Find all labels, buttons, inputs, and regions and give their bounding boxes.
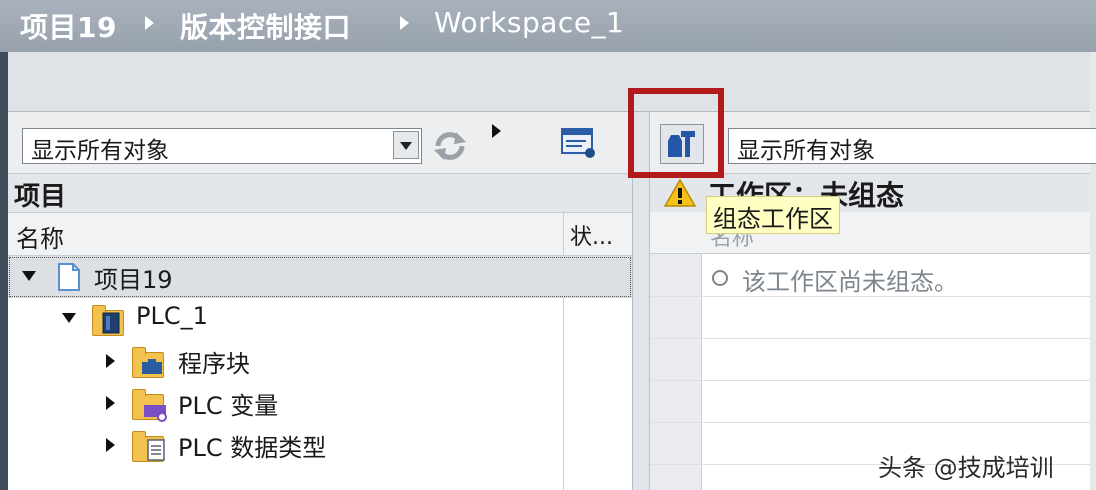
collapse-arrow-icon[interactable]: [62, 313, 76, 323]
project-column-header: 名称 状...: [8, 212, 632, 256]
expand-arrow-icon[interactable]: [106, 354, 115, 368]
collapse-arrow-icon[interactable]: [22, 271, 36, 281]
tree-item-label: 项目19: [94, 266, 173, 294]
program-block-icon: [142, 359, 162, 374]
breadcrumb-separator-icon: [145, 16, 154, 30]
tree-item-label: PLC 数据类型: [178, 434, 327, 462]
project-icon: [58, 263, 80, 291]
window-edge-right: [1090, 52, 1096, 490]
project-filter-select[interactable]: 显示所有对象: [22, 128, 422, 164]
tree-item-label: 程序块: [178, 350, 250, 378]
tree-item-plc-tags[interactable]: PLC 变量: [8, 382, 632, 424]
tree-item-project[interactable]: 项目19: [8, 256, 632, 298]
workspace-row-gutter: [650, 254, 702, 490]
toolbar-band: [8, 52, 1090, 112]
expand-arrow-icon[interactable]: [492, 124, 501, 138]
project-section-title: 项目: [14, 182, 67, 212]
project-filter-value: 显示所有对象: [31, 138, 169, 164]
breadcrumb-separator-icon: [400, 16, 409, 30]
plc-tag-icon: [144, 405, 167, 422]
breadcrumb-interface[interactable]: 版本控制接口: [180, 6, 351, 46]
warning-icon: [664, 178, 696, 207]
refresh-icon[interactable]: [430, 130, 470, 162]
watermark: 头条 @技成培训: [878, 454, 1054, 482]
breadcrumb-workspace[interactable]: Workspace_1: [434, 6, 624, 39]
highlight-box: [628, 88, 724, 178]
workspace-empty-message: 该工作区尚未组态。: [712, 262, 958, 297]
device-view-icon[interactable]: [560, 126, 598, 160]
data-type-icon: [147, 439, 165, 461]
workspace-filter-select[interactable]: 显示所有对象: [728, 128, 1096, 164]
tree-item-label: PLC 变量: [178, 392, 279, 420]
project-section-header: 项目: [8, 174, 632, 212]
breadcrumb-project[interactable]: 项目19: [20, 6, 117, 46]
column-status-header[interactable]: 状...: [570, 219, 613, 251]
expand-arrow-icon[interactable]: [106, 438, 115, 452]
grid-line: [650, 338, 1090, 339]
grid-line: [650, 422, 1090, 423]
chevron-down-icon[interactable]: [393, 131, 419, 159]
expand-arrow-icon[interactable]: [106, 396, 115, 410]
project-toolbar: 显示所有对象: [8, 112, 632, 174]
info-circle-icon: [712, 270, 728, 286]
breadcrumb-bar: 项目19 版本控制接口 Workspace_1: [0, 0, 1096, 52]
window-edge: [0, 52, 8, 490]
tooltip: 组态工作区: [706, 196, 840, 234]
workspace-empty-message-text: 该工作区尚未组态。: [742, 268, 958, 296]
grid-line: [650, 380, 1090, 381]
plc-device-icon: [102, 312, 120, 334]
column-name-header[interactable]: 名称: [16, 219, 64, 254]
workspace-filter-value: 显示所有对象: [737, 138, 875, 164]
tree-item-program-blocks[interactable]: 程序块: [8, 340, 632, 382]
tree-item-plc-data-types[interactable]: PLC 数据类型: [8, 424, 632, 466]
tree-item-label: PLC_1: [136, 302, 208, 330]
tree-item-plc[interactable]: PLC_1: [8, 298, 632, 340]
